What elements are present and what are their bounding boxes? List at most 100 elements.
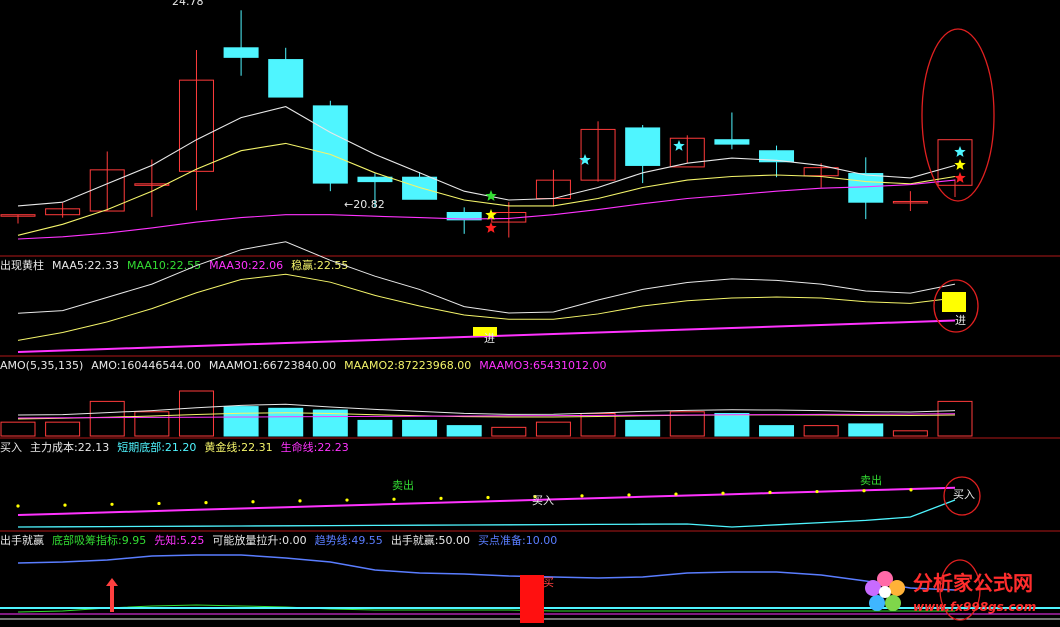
gold-dot	[815, 489, 819, 494]
candle	[580, 121, 616, 182]
gold-dot	[392, 497, 396, 501]
gold-dot	[110, 502, 114, 506]
candle	[446, 207, 482, 234]
panel-title-text: AMO(5,35,135)	[0, 359, 83, 372]
candle	[535, 169, 571, 207]
candle-body	[714, 139, 750, 145]
indicator-MAA10: MAA10:22.55	[127, 259, 201, 272]
candle-body	[402, 176, 438, 200]
candle	[714, 112, 750, 150]
gold-dot	[298, 499, 302, 503]
gold-dot	[345, 498, 349, 502]
gold-dot	[439, 496, 443, 500]
indicator-MAA30: MAA30:22.06	[209, 259, 283, 272]
p2-line-white	[17, 241, 956, 314]
candle	[45, 202, 81, 218]
gold-dot	[580, 494, 584, 498]
watermark-name: 分析家公式网	[913, 571, 1033, 595]
indicator-AMO: AMO:160446544.00	[91, 359, 201, 372]
price-moving-averages	[17, 106, 956, 240]
panel-title: 买入 主力成本:22.13 短期底部:21.20 黄金线:22.31 生命线:22.23	[0, 440, 349, 454]
candle-body	[848, 173, 884, 203]
candle	[848, 157, 884, 220]
candle	[178, 50, 214, 211]
sell-label-1: 卖出	[392, 478, 414, 492]
gold-dot	[486, 495, 490, 500]
gold-dot	[627, 493, 631, 497]
amo-bar	[446, 425, 482, 437]
panel-title: AMO(5,35,135) AMO:160446544.00 MAAMO1:6672…	[0, 359, 606, 372]
amo-bar	[892, 430, 928, 437]
indicator-bottom: 短期底部:21.20	[117, 440, 196, 454]
candle	[223, 10, 259, 76]
gold-dot	[157, 501, 161, 506]
amo-bar	[357, 419, 393, 437]
candle-body	[268, 59, 304, 98]
amo-bar	[937, 400, 973, 437]
star-icon	[954, 146, 966, 157]
candle	[402, 172, 438, 200]
buy-marker-label: 买	[543, 576, 554, 589]
ma-line-magenta	[17, 179, 956, 240]
panel2-header: 出现黄柱 MAA5:22.33 MAA10:22.55 MAA30:22.06 稳赢:2…	[0, 258, 348, 272]
gold-dot	[909, 488, 913, 492]
amo-bar	[402, 419, 438, 437]
gold-dot	[674, 492, 678, 496]
indicator-win: 出手就赢:50.00	[391, 533, 470, 547]
indicator-MAAMO1: MAAMO1:66723840.00	[209, 359, 336, 372]
amo-bar	[535, 421, 571, 437]
panel-title-text: 出手就赢	[0, 533, 44, 547]
buy-label-1: 买入	[532, 494, 554, 507]
trend-line	[17, 554, 956, 591]
amo-bar	[45, 421, 81, 437]
panel-title-text: 出现黄柱	[0, 258, 44, 272]
life-line	[17, 486, 956, 516]
indicator-trend: 趋势线:49.55	[315, 533, 383, 547]
candle	[268, 47, 304, 98]
star-icon	[485, 222, 497, 233]
panel-title-text: 买入	[0, 441, 22, 454]
star-icon	[954, 159, 966, 170]
candle-body	[625, 127, 661, 166]
gold-dot	[862, 489, 866, 493]
candle-body	[312, 105, 348, 184]
candle	[803, 163, 839, 188]
indicator-life: 生命线:22.23	[281, 440, 349, 454]
panel-title: 出现黄柱 MAA5:22.33 MAA10:22.55 MAA30:22.06 稳赢:2…	[0, 258, 348, 272]
panel4-dots	[16, 488, 913, 508]
sell-label-2: 卖出	[860, 473, 882, 487]
gold-dot	[721, 491, 725, 495]
ma-line-white	[17, 106, 956, 207]
indicator-stable: 稳赢:22.55	[291, 258, 348, 272]
indicator-MAAMO2: MAAMO2:87223968.00	[344, 359, 471, 372]
star-icon	[673, 140, 685, 151]
candle-body	[223, 47, 259, 58]
star-icon	[954, 172, 966, 183]
indicator-absorb: 底部吸筹指标:9.95	[52, 533, 146, 547]
amo-bar	[0, 421, 36, 437]
highlight-ellipse-1	[921, 28, 995, 202]
flower-icon	[865, 571, 905, 611]
amo-bar	[625, 419, 661, 437]
candle	[892, 191, 928, 212]
panel3-header: AMO(5,35,135) AMO:160446544.00 MAAMO1:6672…	[0, 359, 606, 372]
entry-label-2: 进	[955, 314, 966, 327]
amo-bar	[223, 406, 259, 437]
star-icon	[485, 190, 497, 201]
panel-title: 出手就赢 底部吸筹指标:9.95 先知:5.25 可能放量拉升:0.00 趋势线:49.…	[0, 533, 557, 547]
indicator-gold: 黄金线:22.31	[204, 440, 272, 454]
entry-label-1: 进	[484, 332, 495, 345]
high-price-label: 24.78	[172, 0, 204, 8]
amo-bar	[89, 400, 125, 437]
indicator-foresee: 先知:5.25	[154, 533, 204, 547]
candle	[0, 214, 36, 224]
amo-bar	[803, 425, 839, 437]
amo-line-white	[17, 403, 956, 416]
amo-bar	[178, 390, 214, 437]
candle	[491, 202, 527, 238]
watermark-url: www.fx998gs.com	[913, 600, 1036, 614]
watermark-logo: 分析家公式网 www.fx998gs.com	[865, 571, 1036, 614]
buy-red-bar	[520, 575, 544, 623]
signal-stars	[485, 140, 966, 233]
panel4-lines	[17, 486, 956, 528]
